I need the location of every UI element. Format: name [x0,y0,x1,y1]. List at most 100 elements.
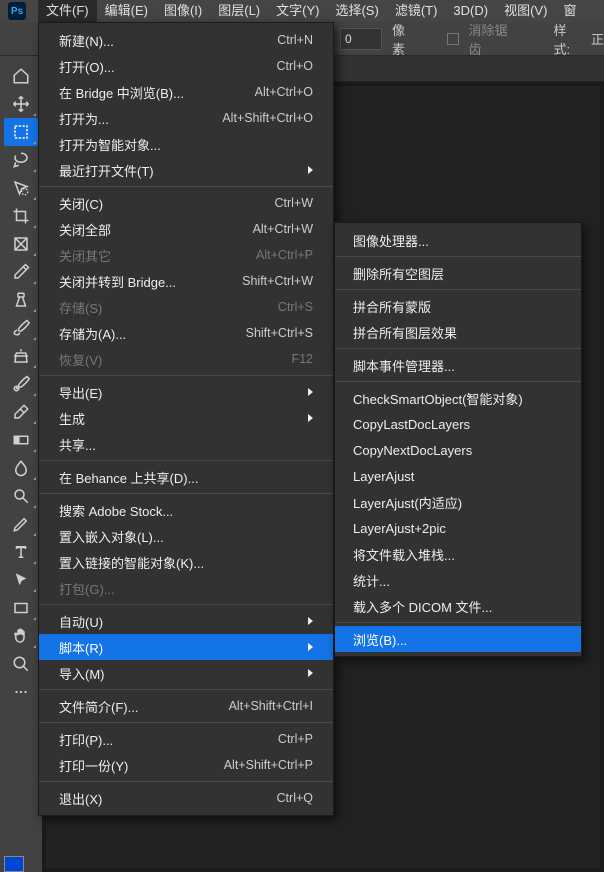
submenu-arrow-icon [308,617,313,625]
file-menu-item[interactable]: 退出(X)Ctrl+Q [39,785,333,811]
menu-item-label: 最近打开文件(T) [59,161,154,180]
file-menu-item[interactable]: 生成 [39,405,333,431]
foreground-swatch[interactable] [4,856,24,872]
file-menu-item[interactable]: 关闭(C)Ctrl+W [39,190,333,216]
file-menu-item[interactable]: 导出(E) [39,379,333,405]
scripts-menu-item[interactable]: 拼合所有蒙版 [335,293,581,319]
lasso-tool[interactable] [4,146,38,174]
scripts-menu-item[interactable]: 统计... [335,567,581,593]
file-menu-item[interactable]: 打开(O)...Ctrl+O [39,53,333,79]
file-menu-item[interactable]: 在 Bridge 中浏览(B)...Alt+Ctrl+O [39,79,333,105]
antialias-checkbox[interactable] [447,33,458,45]
menu-item-shortcut: F12 [291,352,313,366]
menu-item-label: 拼合所有图层效果 [353,323,457,342]
menu-item-label: 图像处理器... [353,231,429,250]
scripts-menu-item[interactable]: LayerAjust(内适应) [335,489,581,515]
file-menu-item[interactable]: 新建(N)... Ctrl+N [39,27,333,53]
file-menu-item[interactable]: 打印(P)...Ctrl+P [39,726,333,752]
menubar-item[interactable]: 文件(F) [38,0,97,22]
file-menu-item[interactable]: 关闭并转到 Bridge...Shift+Ctrl+W [39,268,333,294]
path-select-tool[interactable] [4,566,38,594]
file-menu-item[interactable]: 最近打开文件(T) [39,157,333,183]
scripts-menu-item[interactable]: 将文件载入堆栈... [335,541,581,567]
file-menu-item[interactable]: 脚本(R) [39,634,333,660]
menu-item-label: LayerAjust+2pic [353,521,446,536]
menu-item-label: 拼合所有蒙版 [353,297,431,316]
marquee-tool[interactable] [4,118,38,146]
file-menu-item[interactable]: 搜索 Adobe Stock... [39,497,333,523]
eraser-tool[interactable] [4,398,38,426]
menu-item-label: 关闭(C) [59,194,103,213]
menu-item-label: 载入多个 DICOM 文件... [353,597,492,616]
spot-heal-tool[interactable] [4,286,38,314]
style-value[interactable]: 正 [591,29,604,48]
menubar-item[interactable]: 图像(I) [156,0,210,22]
scripts-menu-item[interactable]: 图像处理器... [335,227,581,253]
pen-tool[interactable] [4,510,38,538]
history-brush-tool[interactable] [4,370,38,398]
brush-tool[interactable] [4,314,38,342]
gradient-tool[interactable] [4,426,38,454]
menu-item-label: 浏览(B)... [353,630,407,649]
home-icon[interactable] [4,62,38,90]
scripts-menu-item[interactable]: 脚本事件管理器... [335,352,581,378]
menu-item-label: 共享... [59,435,96,454]
file-menu-item[interactable]: 打印一份(Y)Alt+Shift+Ctrl+P [39,752,333,778]
crop-tool[interactable] [4,202,38,230]
file-menu-item[interactable]: 存储为(A)...Shift+Ctrl+S [39,320,333,346]
scripts-menu-item[interactable]: 拼合所有图层效果 [335,319,581,345]
scripts-menu-item[interactable]: CopyLastDocLayers [335,411,581,437]
menu-item-shortcut: Ctrl+P [278,732,313,746]
type-tool[interactable] [4,538,38,566]
file-menu-item: 存储(S)Ctrl+S [39,294,333,320]
more-tool[interactable] [4,678,38,706]
menu-item-label: 关闭全部 [59,220,111,239]
file-menu-item[interactable]: 打开为...Alt+Shift+Ctrl+O [39,105,333,131]
menu-item-label: 恢复(V) [59,350,102,369]
feather-input[interactable] [340,28,382,50]
scripts-menu-item[interactable]: CheckSmartObject(智能对象) [335,385,581,411]
menubar-item[interactable]: 选择(S) [327,0,386,22]
eyedropper-tool[interactable] [4,258,38,286]
scripts-menu-item[interactable]: LayerAjust+2pic [335,515,581,541]
submenu-arrow-icon [308,669,313,677]
menu-item-label: 搜索 Adobe Stock... [59,501,173,520]
hand-tool[interactable] [4,622,38,650]
menu-item-label: 打开为... [59,109,109,128]
file-menu-item[interactable]: 置入链接的智能对象(K)... [39,549,333,575]
menubar-item[interactable]: 文字(Y) [268,0,327,22]
menu-item-label: 关闭并转到 Bridge... [59,272,176,291]
menu-item-label: 新建(N)... [59,31,114,50]
menu-item-label: 关闭其它 [59,246,111,265]
file-menu-item[interactable]: 在 Behance 上共享(D)... [39,464,333,490]
menubar-item[interactable]: 图层(L) [210,0,268,22]
file-menu-item[interactable]: 置入嵌入对象(L)... [39,523,333,549]
scripts-menu-item[interactable]: LayerAjust [335,463,581,489]
scripts-menu-item[interactable]: 浏览(B)... [335,626,581,652]
menu-item-label: 打开(O)... [59,57,115,76]
menu-item-label: 置入嵌入对象(L)... [59,527,164,546]
zoom-tool[interactable] [4,650,38,678]
blur-tool[interactable] [4,454,38,482]
scripts-menu-item[interactable]: CopyNextDocLayers [335,437,581,463]
file-menu-item[interactable]: 共享... [39,431,333,457]
menu-item-shortcut: Alt+Shift+Ctrl+P [224,758,313,772]
dodge-tool[interactable] [4,482,38,510]
file-menu-item[interactable]: 关闭全部Alt+Ctrl+W [39,216,333,242]
file-menu-item[interactable]: 打开为智能对象... [39,131,333,157]
rectangle-tool[interactable] [4,594,38,622]
menu-item-label: 置入链接的智能对象(K)... [59,553,204,572]
file-menu-item[interactable]: 文件简介(F)...Alt+Shift+Ctrl+I [39,693,333,719]
menubar-item[interactable]: 编辑(E) [97,0,156,22]
menu-item-shortcut: Alt+Ctrl+P [256,248,313,262]
file-menu-item[interactable]: 自动(U) [39,608,333,634]
scripts-menu-item[interactable]: 载入多个 DICOM 文件... [335,593,581,619]
frame-tool[interactable] [4,230,38,258]
quick-select-tool[interactable] [4,174,38,202]
menu-item-label: 打包(G)... [59,579,115,598]
clone-stamp-tool[interactable] [4,342,38,370]
scripts-menu-item[interactable]: 删除所有空图层 [335,260,581,286]
file-menu-item[interactable]: 导入(M) [39,660,333,686]
menu-item-shortcut: Ctrl+N [277,33,313,47]
move-tool[interactable] [4,90,38,118]
